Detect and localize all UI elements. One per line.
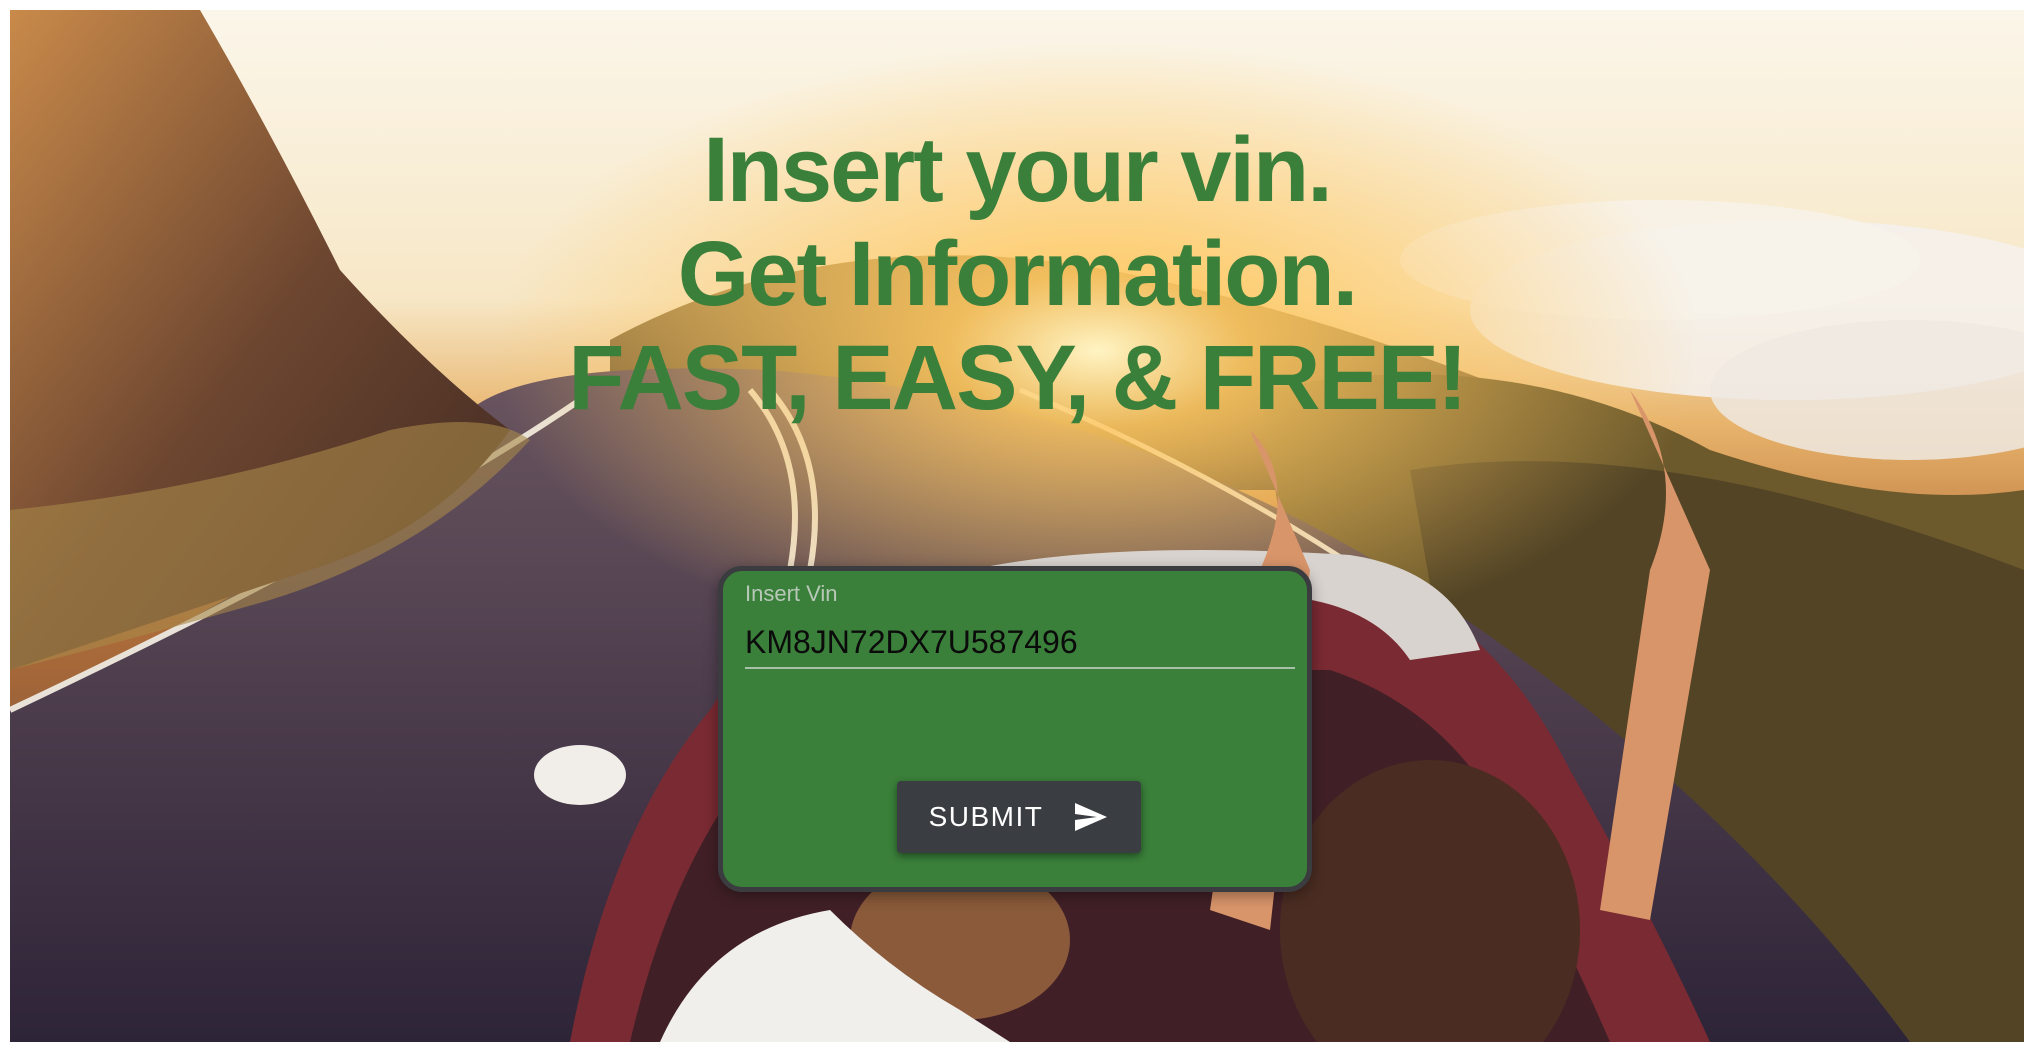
headline-line-3: FAST, EASY, & FREE! <box>568 327 1468 429</box>
vin-input[interactable] <box>745 617 1295 669</box>
vin-field-label: Insert Vin <box>745 581 838 606</box>
submit-button-label: SUBMIT <box>928 801 1044 832</box>
headline-line-2: Get Information. <box>677 223 1358 325</box>
hero-section: Insert your vin. Get Information. FAST, … <box>10 10 2024 1042</box>
send-icon <box>1073 801 1109 833</box>
headline-line-1: Insert your vin. <box>703 119 1333 221</box>
headline: Insert your vin. Get Information. FAST, … <box>10 118 2024 430</box>
submit-button[interactable]: SUBMIT <box>897 781 1141 853</box>
vin-form-card: Insert Vin SUBMIT <box>718 566 1312 892</box>
